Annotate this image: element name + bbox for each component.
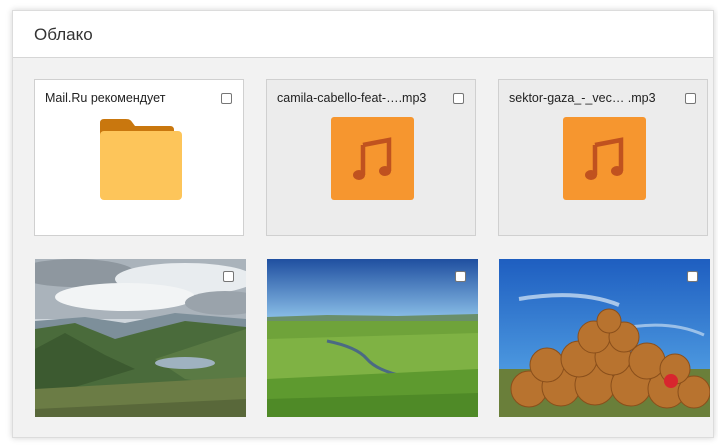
folder-icon (100, 119, 182, 200)
photo-thumbnail-haybales[interactable] (499, 259, 710, 417)
landscape-photo (35, 259, 246, 417)
file-name: camila-cabello-feat-….mp3 (277, 91, 427, 105)
photo-thumbnail-mountains[interactable] (35, 259, 246, 417)
select-checkbox[interactable] (221, 93, 232, 104)
select-checkbox[interactable] (453, 93, 464, 104)
audio-file-thumbnail (331, 117, 414, 200)
landscape-photo (499, 259, 710, 417)
file-tile-audio[interactable]: sektor-gaza_-_vec… .mp3 (498, 79, 708, 236)
music-note-icon (585, 137, 624, 180)
file-tile-audio[interactable]: camila-cabello-feat-….mp3 (266, 79, 476, 236)
file-tile-folder[interactable]: Mail.Ru рекомендует (34, 79, 244, 236)
cloud-window: Облако Mail.Ru рекомендует camila-cabell… (12, 10, 714, 438)
select-checkbox[interactable] (223, 271, 234, 282)
file-name: Mail.Ru рекомендует (45, 91, 166, 105)
audio-file-thumbnail (563, 117, 646, 200)
file-name: sektor-gaza_-_vec… .mp3 (509, 91, 656, 105)
select-checkbox[interactable] (687, 271, 698, 282)
cloud-header: Облако (13, 11, 713, 58)
landscape-photo (267, 259, 478, 417)
page-title: Облако (34, 25, 93, 44)
select-checkbox[interactable] (455, 271, 466, 282)
photo-thumbnail-meadow[interactable] (267, 259, 478, 417)
select-checkbox[interactable] (685, 93, 696, 104)
music-note-icon (353, 137, 392, 180)
